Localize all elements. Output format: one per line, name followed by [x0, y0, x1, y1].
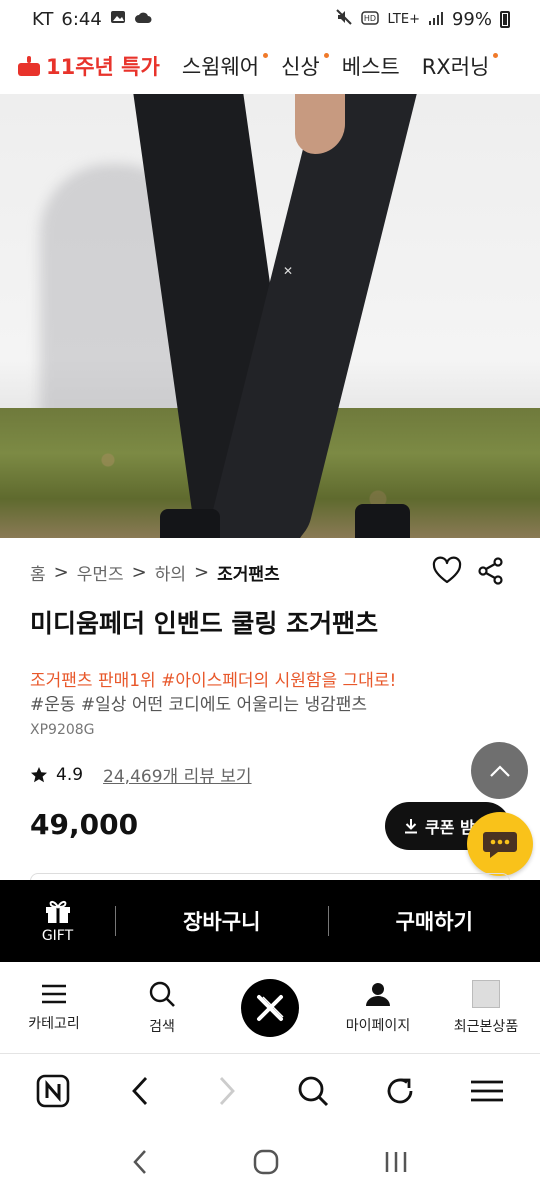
home-square-icon [253, 1149, 279, 1175]
tab-search-label: 검색 [149, 1018, 175, 1035]
status-bar: KT 6:44 HD LTE+ 99% [0, 0, 540, 38]
gift-icon [44, 898, 72, 924]
system-back-button[interactable] [132, 1149, 148, 1179]
nav-item-label: 베스트 [341, 55, 400, 79]
tab-mypage[interactable]: 마이페이지 [324, 962, 432, 1053]
promo-nav-item[interactable]: 11주년 특가 [18, 51, 160, 81]
tab-mypage-label: 마이페이지 [345, 1017, 411, 1034]
network-label: LTE+ [387, 11, 420, 27]
pants-logo-icon: ✕ [283, 264, 294, 278]
new-dot-badge [493, 53, 499, 58]
share-icon[interactable] [476, 556, 506, 586]
chevron-right-icon: > [131, 562, 147, 583]
chevron-left-icon [132, 1077, 148, 1105]
buy-now-button[interactable]: 구매하기 [329, 906, 540, 936]
chat-button[interactable] [467, 812, 533, 876]
browser-search-button[interactable] [293, 1071, 333, 1111]
nav-item-label: RX러닝 [421, 55, 490, 79]
scroll-to-top-button[interactable] [471, 742, 528, 799]
browser-back-button[interactable] [120, 1071, 160, 1111]
image-cuff-right [355, 504, 410, 538]
recents-icon [385, 1152, 406, 1172]
tab-category[interactable]: 카테고리 [0, 962, 108, 1053]
product-title: 미디움페더 인밴드 쿨링 조거팬츠 [30, 609, 379, 638]
app-tab-bar: 카테고리 검색 마이페이지 최근본상품 [0, 962, 540, 1054]
tab-search[interactable]: 검색 [108, 962, 216, 1053]
browser-toolbar [0, 1055, 540, 1127]
search-icon [149, 981, 175, 1007]
chat-bubble-icon [483, 832, 517, 858]
breadcrumb-home[interactable]: 홈 [30, 560, 46, 585]
carrier-label: KT [32, 8, 54, 30]
chevron-left-icon [133, 1150, 147, 1174]
new-dot-badge [263, 53, 269, 58]
brand-logo-icon [241, 978, 299, 1037]
chevron-right-icon [219, 1077, 235, 1105]
product-promo-text: 조거팬츠 판매1위 #아이스페더의 시원함을 그대로! [30, 671, 397, 691]
download-icon [403, 818, 419, 834]
tab-recent[interactable]: 최근본상품 [432, 962, 540, 1053]
top-category-nav: 11주년 특가 스윔웨어 신상 베스트 RX러닝 [0, 38, 540, 94]
product-image[interactable]: ✕ [0, 94, 540, 538]
naver-n-icon [37, 1074, 70, 1108]
battery-icon [500, 10, 510, 28]
hd-icon: HD [361, 9, 380, 30]
nav-item-label: 신상 [281, 55, 320, 79]
chevron-up-icon [489, 764, 510, 777]
new-dot-badge [323, 53, 329, 58]
nav-item-rx-running[interactable]: RX러닝 [421, 51, 499, 81]
tab-category-label: 카테고리 [28, 1015, 80, 1032]
wishlist-heart-icon[interactable] [432, 556, 462, 586]
menu-icon [42, 984, 66, 1003]
browser-menu-button[interactable] [467, 1071, 507, 1111]
chevron-right-icon: > [53, 562, 69, 583]
tab-recent-label: 최근본상품 [453, 1018, 519, 1035]
add-to-cart-button[interactable]: 장바구니 [116, 906, 328, 936]
rating-value: 4.9 [56, 764, 84, 785]
gallery-icon [110, 9, 126, 30]
clock: 6:44 [61, 8, 102, 30]
system-nav-bar [0, 1128, 540, 1200]
cake-icon [18, 56, 40, 76]
breadcrumb-womens[interactable]: 우먼즈 [77, 560, 124, 585]
breadcrumb-current[interactable]: 조거팬츠 [217, 560, 280, 585]
reviews-link[interactable]: 24,469개 리뷰 보기 [103, 762, 252, 787]
product-sku: XP9208G [30, 722, 95, 738]
naver-home-button[interactable] [33, 1071, 73, 1111]
breadcrumb: 홈 > 우먼즈 > 하의 > 조거팬츠 [30, 560, 280, 585]
product-hashtags: #운동 #일상 어떤 코디에도 어울리는 냉감팬츠 [30, 695, 368, 715]
promo-nav-label: 11주년 특가 [46, 55, 160, 79]
recent-product-thumbnail [472, 979, 500, 1008]
gift-label: GIFT [41, 928, 74, 944]
chevron-right-icon: > [194, 562, 210, 583]
signal-icon [428, 9, 444, 30]
mute-icon [335, 8, 353, 31]
rating-row: 4.9 24,469개 리뷰 보기 [30, 762, 252, 787]
browser-forward-button[interactable] [207, 1071, 247, 1111]
image-cuff-left [160, 509, 220, 538]
gift-button[interactable]: GIFT [0, 898, 115, 944]
breadcrumb-bottoms[interactable]: 하의 [155, 560, 186, 585]
search-icon [298, 1076, 329, 1107]
nav-item-best[interactable]: 베스트 [342, 51, 400, 81]
product-price: 49,000 [30, 808, 139, 841]
battery-percent: 99% [451, 8, 492, 30]
browser-reload-button[interactable] [380, 1071, 420, 1111]
purchase-bar: GIFT 장바구니 구매하기 [0, 880, 540, 962]
app-screen: KT 6:44 HD LTE+ 99% 11주년 특가 스윔웨어 신상 베스트 … [0, 0, 540, 1200]
star-icon [30, 766, 48, 784]
nav-item-new[interactable]: 신상 [281, 51, 329, 81]
user-icon [366, 982, 390, 1006]
tab-home[interactable] [216, 962, 324, 1053]
svg-text:HD: HD [364, 14, 376, 23]
reload-icon [387, 1078, 413, 1104]
nav-item-swimwear[interactable]: 스윔웨어 [181, 51, 269, 81]
system-recents-button[interactable] [384, 1151, 408, 1177]
system-home-button[interactable] [253, 1149, 279, 1179]
nav-item-label: 스윔웨어 [181, 55, 260, 79]
hamburger-icon [470, 1080, 503, 1102]
cloud-icon [134, 9, 152, 30]
